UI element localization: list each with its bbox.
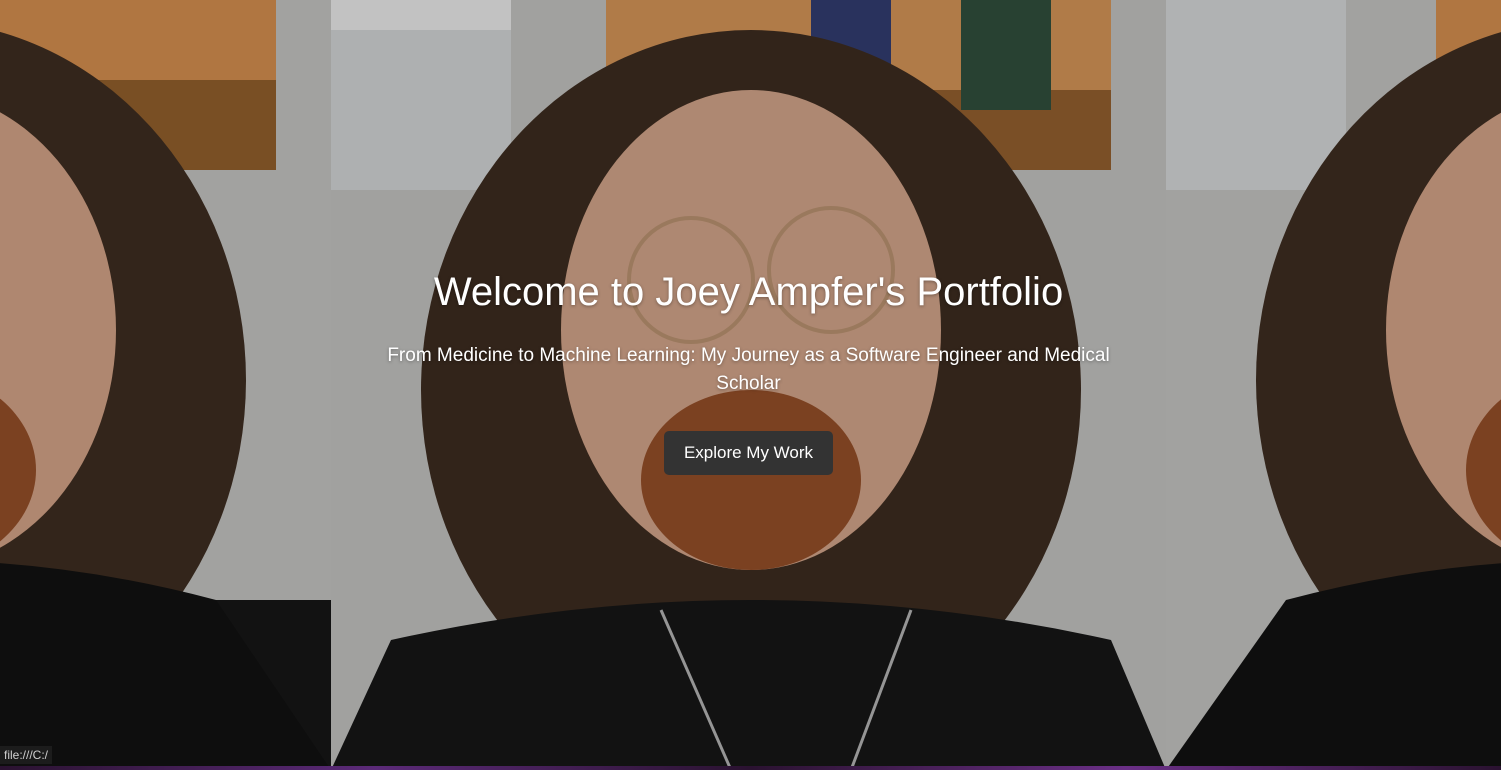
hero-subtitle: From Medicine to Machine Learning: My Jo…	[387, 345, 1110, 394]
hero-content: Welcome to Joey Ampfer's Portfolio From …	[331, 268, 1166, 475]
bottom-strip	[0, 766, 1501, 770]
hero-title: Welcome to Joey Ampfer's Portfolio	[433, 270, 1064, 314]
explore-my-work-button[interactable]: Explore My Work	[663, 431, 834, 475]
status-bar-url: file:///C:/	[0, 746, 53, 764]
hero-section: Welcome to Joey Ampfer's Portfolio From …	[0, 0, 1501, 770]
